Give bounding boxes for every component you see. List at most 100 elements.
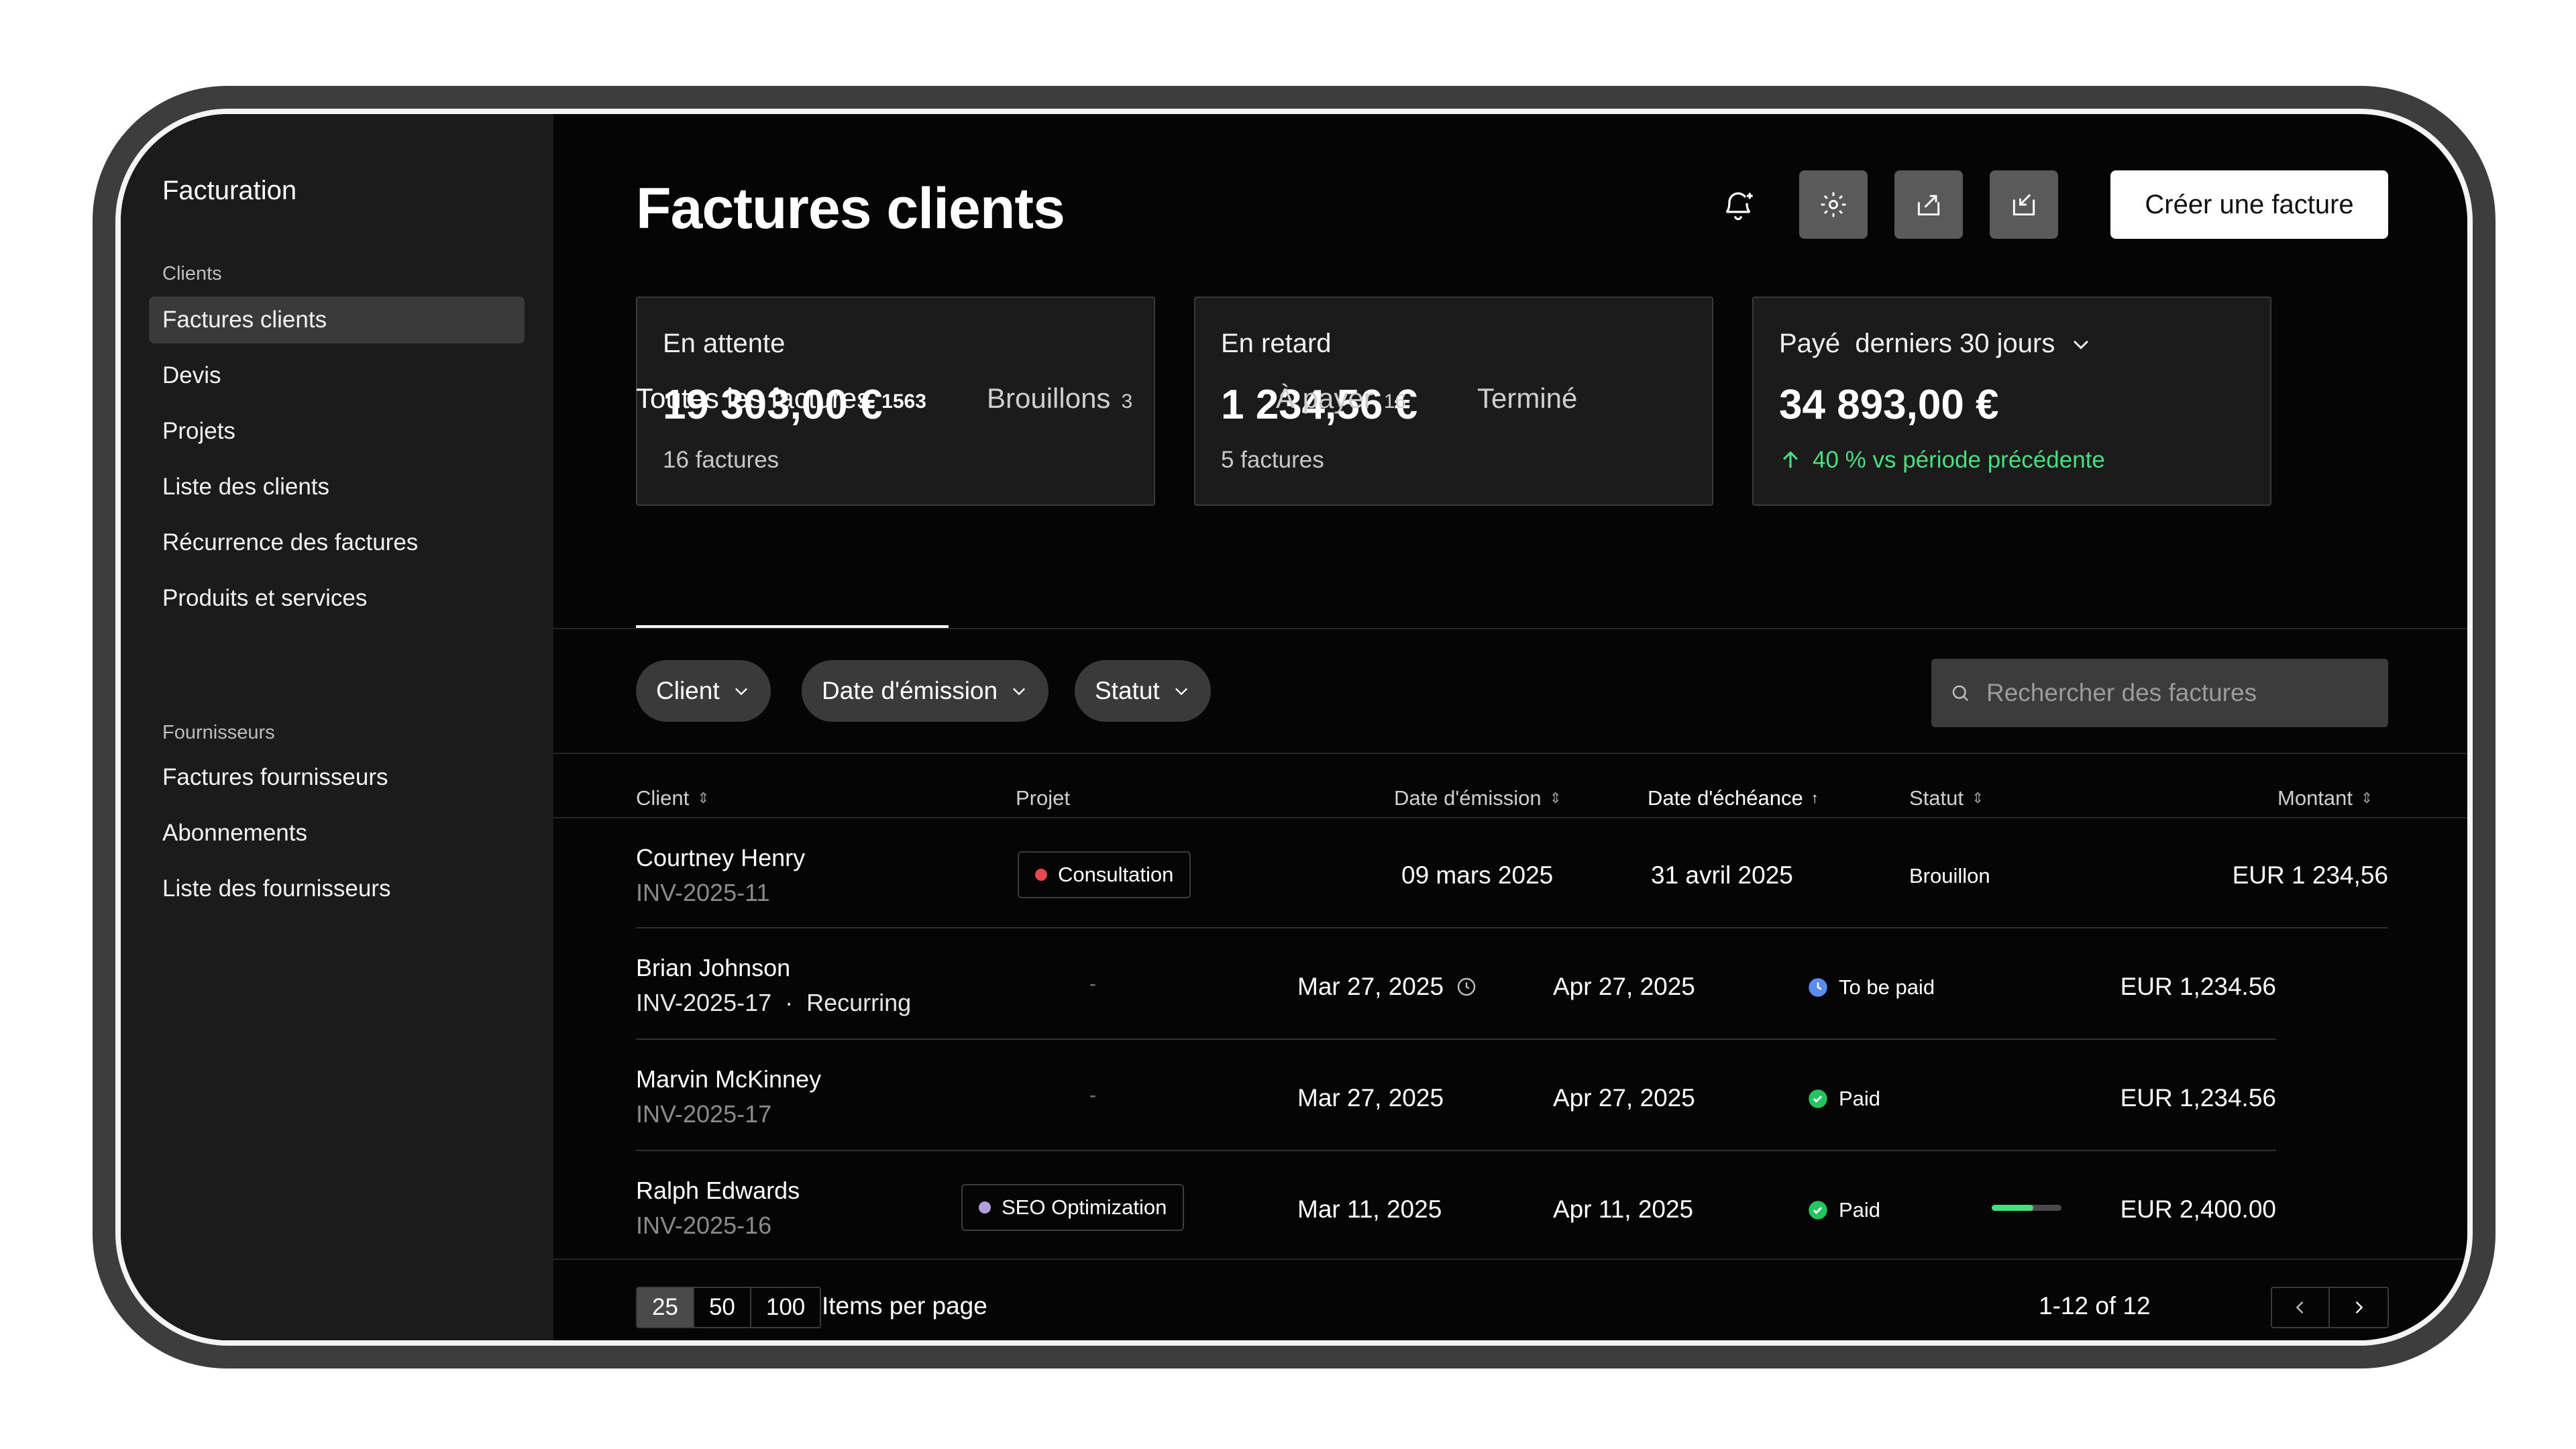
status-badge: Paid xyxy=(1808,1198,1880,1222)
column-statut[interactable]: Statut ⇕ xyxy=(1909,786,1984,810)
filter-label: Date d'émission xyxy=(822,677,998,704)
column-client[interactable]: Client ⇕ xyxy=(636,786,710,810)
clock-filled-icon xyxy=(1809,978,1827,997)
tab-count: 3 xyxy=(1121,390,1133,413)
filter-date-emission[interactable]: Date d'émission xyxy=(802,660,1049,722)
column-montant[interactable]: Montant ⇕ xyxy=(2277,786,2373,810)
page-size-option[interactable]: 50 xyxy=(694,1288,751,1327)
client-name: Courtney Henry xyxy=(636,844,806,871)
page-size-option[interactable]: 25 xyxy=(637,1288,694,1327)
tab-toutes[interactable]: Toutes les factures 1563 xyxy=(636,382,926,415)
status-label: Paid xyxy=(1839,1087,1881,1110)
issue-date: 09 mars 2025 xyxy=(1401,861,1554,889)
row-divider xyxy=(636,927,2388,928)
tab-brouillons[interactable]: Brouillons 3 xyxy=(987,382,1132,415)
status-badge: Brouillon xyxy=(1909,864,1990,888)
chevron-left-icon xyxy=(2296,1301,2304,1313)
filter-statut[interactable]: Statut xyxy=(1075,660,1211,722)
issue-date: Mar 27, 2025 xyxy=(1297,973,1444,1000)
sidebar-item-abonnements[interactable]: Abonnements xyxy=(149,810,525,857)
search-input[interactable]: Rechercher des factures xyxy=(1931,659,2388,727)
payment-progress-fill xyxy=(1992,1205,2034,1211)
header-divider xyxy=(553,817,2467,818)
tab-count: 1563 xyxy=(881,390,926,413)
sidebar-item-factures-clients[interactable]: Factures clients xyxy=(149,297,525,343)
sort-icon: ⇕ xyxy=(1549,790,1562,806)
invoice-meta: INV-2025-17 · Recurring xyxy=(636,989,911,1017)
next-page-button[interactable] xyxy=(2330,1288,2387,1327)
column-label: Client xyxy=(636,786,690,810)
due-date: Apr 27, 2025 xyxy=(1553,1084,1695,1112)
due-date: Apr 27, 2025 xyxy=(1553,973,1695,1000)
status-label: Brouillon xyxy=(1909,864,1990,888)
project-dot xyxy=(1035,869,1047,881)
card-sub: 5 factures xyxy=(1221,447,1324,473)
card-delta-text: 40 % vs période précédente xyxy=(1813,447,2105,473)
sidebar-item-recurrence[interactable]: Récurrence des factures xyxy=(149,519,525,566)
sort-icon: ⇕ xyxy=(697,790,710,806)
prev-page-button[interactable] xyxy=(2272,1288,2330,1327)
issue-date: Mar 11, 2025 xyxy=(1297,1195,1442,1223)
payment-progress-bar xyxy=(1992,1205,2061,1211)
chevron-down-icon xyxy=(735,688,747,696)
card-en-retard[interactable]: En retard 1 234,56 € 5 factures xyxy=(1194,297,1713,506)
settings-button[interactable] xyxy=(1799,170,1868,239)
create-invoice-button[interactable]: Créer une facture xyxy=(2110,170,2388,239)
tab-count: 16 xyxy=(1383,390,1407,413)
project-dot xyxy=(979,1201,991,1214)
sidebar-section-clients: Clients xyxy=(162,263,222,284)
search-placeholder: Rechercher des factures xyxy=(1986,679,2257,706)
notification-add-button[interactable] xyxy=(1704,170,1772,239)
column-date-emission[interactable]: Date d'émission ⇕ xyxy=(1394,786,1562,810)
column-date-echeance[interactable]: Date d'échéance ↑ xyxy=(1648,786,1819,810)
pagination-range: 1-12 of 12 xyxy=(2039,1292,2151,1320)
sidebar-section-fournisseurs: Fournisseurs xyxy=(162,722,275,743)
chevron-down-icon xyxy=(1175,688,1187,696)
status-badge: Paid xyxy=(1808,1087,1880,1111)
chevron-down-icon xyxy=(2074,340,2089,350)
check-circle-icon xyxy=(1809,1201,1827,1220)
period-select[interactable]: Payé derniers 30 jours xyxy=(1779,329,2092,359)
export-button[interactable] xyxy=(1894,170,1963,239)
notification-add-icon xyxy=(1725,192,1753,221)
project-label: Consultation xyxy=(1058,863,1174,886)
tab-label: À payer xyxy=(1276,382,1373,414)
invoice-number: INV-2025-16 xyxy=(636,1212,772,1239)
card-label: Payé derniers 30 jours xyxy=(1779,329,2055,358)
column-label: Date d'émission xyxy=(1394,786,1542,810)
client-name: Ralph Edwards xyxy=(636,1177,800,1204)
amount: EUR 1,234.56 xyxy=(2120,973,2276,1000)
app-title: Facturation xyxy=(162,176,297,205)
page-size-option[interactable]: 100 xyxy=(751,1288,820,1327)
filter-client[interactable]: Client xyxy=(636,660,771,722)
arrow-up-icon xyxy=(1782,451,1799,468)
issue-date: Mar 27, 2025 xyxy=(1297,1084,1444,1112)
check-circle-icon xyxy=(1809,1089,1827,1108)
chevron-down-icon xyxy=(1013,688,1026,696)
status-label: Paid xyxy=(1839,1198,1881,1222)
column-projet: Projet xyxy=(1016,786,1070,810)
tab-label: Terminé xyxy=(1477,382,1578,414)
column-label: Projet xyxy=(1016,786,1070,810)
sidebar-item-liste-fournisseurs[interactable]: Liste des fournisseurs xyxy=(149,865,525,912)
tab-termine[interactable]: Terminé xyxy=(1477,382,1577,415)
sidebar-item-factures-fournisseurs[interactable]: Factures fournisseurs xyxy=(149,754,525,801)
sidebar-item-liste-clients[interactable]: Liste des clients xyxy=(149,464,525,511)
sort-icon: ⇕ xyxy=(1972,790,1984,806)
sidebar-item-produits[interactable]: Produits et services xyxy=(149,575,525,622)
project-empty: - xyxy=(1089,973,1096,995)
tab-a-payer[interactable]: À payer 16 xyxy=(1276,382,1406,415)
status-badge: To be paid xyxy=(1808,975,1935,1000)
sidebar-item-devis[interactable]: Devis xyxy=(149,352,525,399)
chevron-right-icon xyxy=(2355,1301,2363,1313)
clock-icon xyxy=(1457,977,1476,996)
search-icon xyxy=(1952,685,1969,702)
pagination-nav xyxy=(2271,1287,2389,1328)
column-label: Date d'échéance xyxy=(1648,786,1803,810)
card-paye[interactable]: Payé derniers 30 jours 34 893,00 € 40 % … xyxy=(1752,297,2271,506)
import-icon xyxy=(2012,194,2035,216)
sidebar-item-projets[interactable]: Projets xyxy=(149,408,525,455)
invoice-number: INV-2025-11 xyxy=(636,879,770,906)
due-date: Apr 11, 2025 xyxy=(1553,1195,1694,1223)
import-button[interactable] xyxy=(1990,170,2058,239)
